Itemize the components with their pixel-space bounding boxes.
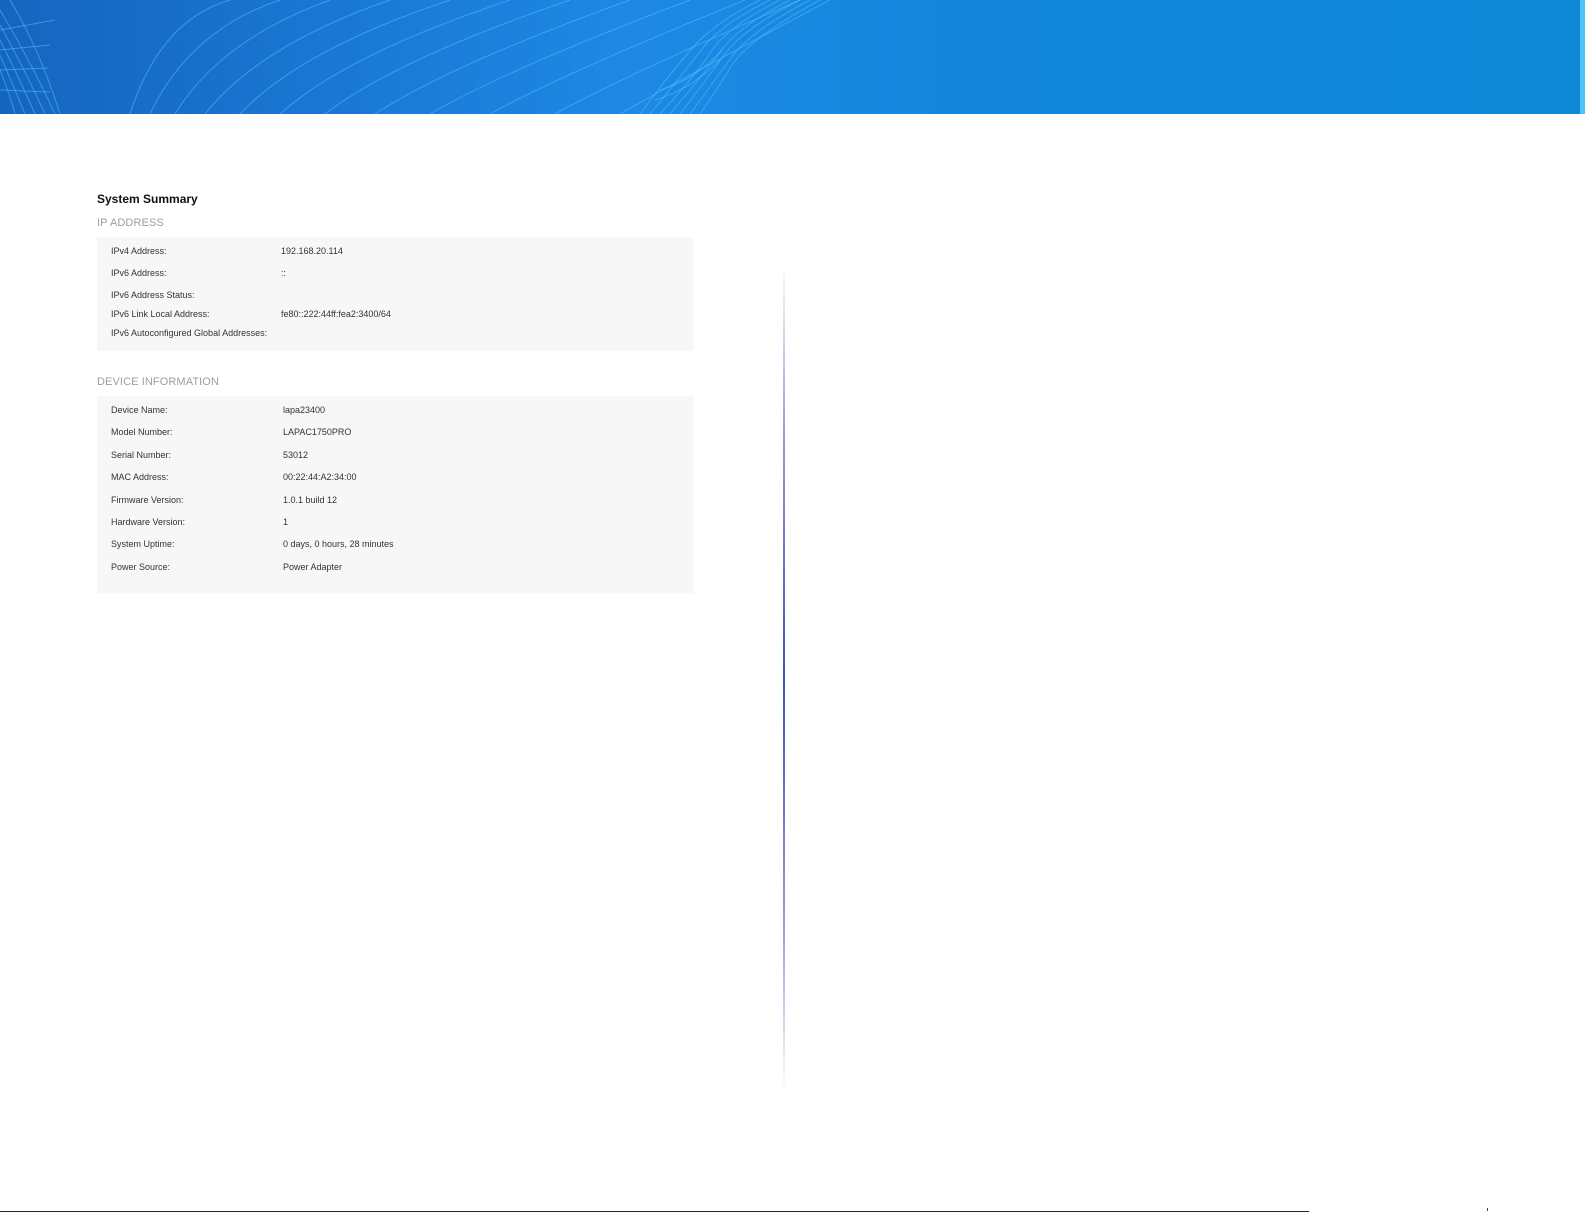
ipv6-autoconfigured-global-addresses-row: IPv6 Autoconfigured Global Addresses: — [111, 327, 679, 341]
field-label: IPv6 Address Status: — [111, 290, 195, 300]
firmware-version-row: Firmware Version: 1.0.1 build 12 — [111, 494, 679, 516]
model-number-row: Model Number: LAPAC1750PRO — [111, 426, 679, 448]
system-summary-content: System Summary IP ADDRESS IPv4 Address: … — [97, 190, 693, 594]
field-value: Power Adapter — [283, 561, 343, 572]
field-label: Model Number: — [111, 427, 173, 438]
ip-address-heading: IP ADDRESS — [97, 217, 164, 229]
field-label: IPv6 Autoconfigured Global Addresses: — [111, 328, 268, 338]
ip-address-panel: IPv4 Address: 192.168.20.114 IPv6 Addres… — [97, 237, 693, 351]
field-value: 0 days, 0 hours, 28 minutes — [283, 539, 394, 550]
field-label: Firmware Version: — [111, 494, 184, 505]
field-label: MAC Address: — [111, 472, 169, 483]
field-label: System Uptime: — [111, 539, 175, 550]
field-label: Hardware Version: — [111, 516, 186, 527]
field-value: fe80::222:44ff:fea2:3400/64 — [281, 309, 391, 319]
ipv4-address-row: IPv4 Address: 192.168.20.114 — [111, 245, 679, 267]
power-source-row: Power Source: Power Adapter — [111, 561, 679, 583]
column-divider — [783, 263, 785, 1093]
field-label: IPv6 Address: — [111, 268, 167, 278]
mac-address-row: MAC Address: 00:22:44:A2:34:00 — [111, 471, 679, 493]
field-value: lapa23400 — [283, 405, 326, 415]
field-value: 192.168.20.114 — [281, 246, 343, 256]
field-label: Device Name: — [111, 405, 168, 415]
banner-edge-accent — [1580, 0, 1585, 114]
ipv6-address-status-row: IPv6 Address Status: — [111, 289, 679, 308]
footer-mark — [1487, 1208, 1488, 1211]
field-label: IPv6 Link Local Address: — [111, 309, 210, 319]
field-value: 53012 — [283, 449, 309, 460]
device-information-heading: DEVICE INFORMATION — [97, 376, 219, 388]
field-label: Power Source: — [111, 561, 171, 572]
footer-rule — [0, 1211, 1309, 1212]
ipv6-address-row: IPv6 Address: :: — [111, 267, 679, 289]
system-uptime-row: System Uptime: 0 days, 0 hours, 28 minut… — [111, 538, 679, 560]
ipv6-link-local-address-row: IPv6 Link Local Address: fe80::222:44ff:… — [111, 308, 679, 327]
hardware-version-row: Hardware Version: 1 — [111, 516, 679, 538]
device-information-panel: Device Name: lapa23400 Model Number: LAP… — [97, 396, 693, 594]
field-value: 1 — [283, 516, 289, 527]
device-name-row: Device Name: lapa23400 — [111, 404, 679, 426]
field-label: IPv4 Address: — [111, 246, 167, 256]
field-value: 00:22:44:A2:34:00 — [283, 472, 357, 483]
field-label: Serial Number: — [111, 449, 172, 460]
field-value — [281, 327, 679, 341]
field-value: 1.0.1 build 12 — [283, 494, 338, 505]
field-value: LAPAC1750PRO — [283, 427, 352, 438]
serial-number-row: Serial Number: 53012 — [111, 449, 679, 471]
wave-pattern-graphic — [0, 0, 831, 114]
field-value: :: — [281, 268, 287, 278]
page-title: System Summary — [97, 192, 198, 206]
header-banner — [0, 0, 1585, 114]
field-value — [281, 289, 679, 308]
